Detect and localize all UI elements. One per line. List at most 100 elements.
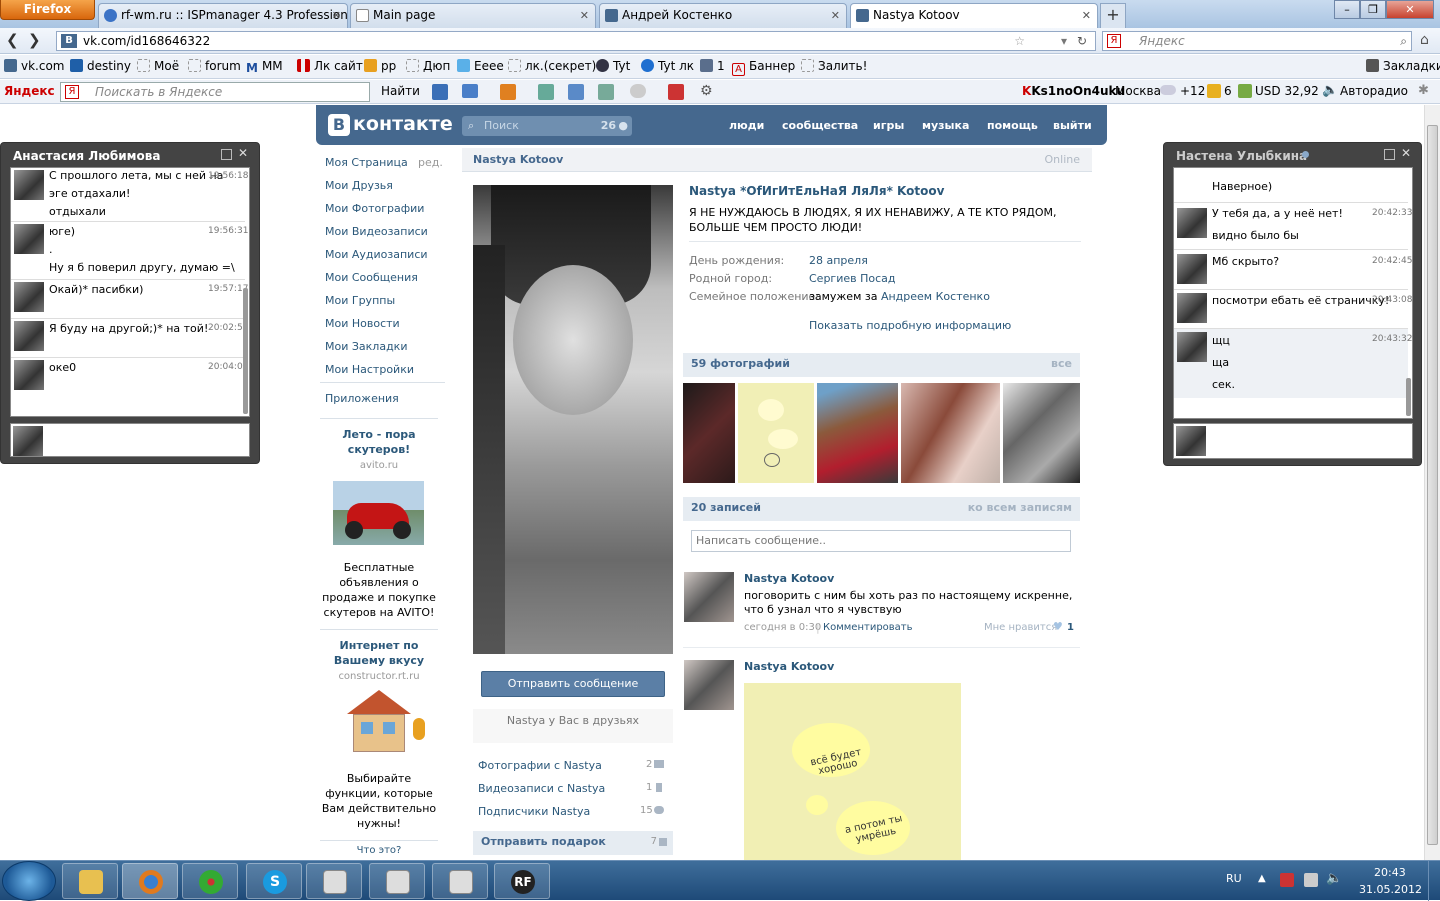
post-author[interactable]: Nastya Kotoov	[744, 572, 834, 585]
post-comment-link[interactable]: Комментировать	[823, 622, 913, 633]
taskbar-icq[interactable]	[182, 863, 238, 899]
chat-window-left[interactable]: Анастасия Любимова ✕ С прошлого лета, мы…	[0, 142, 260, 464]
chat-icon[interactable]	[630, 84, 646, 98]
menu-edit[interactable]: ред.	[418, 156, 443, 169]
page-scrollbar[interactable]	[1424, 105, 1440, 860]
search-input[interactable]: Я Яндекс ⌕	[1102, 31, 1412, 51]
spouse-link[interactable]: Андреем Костенко	[881, 290, 990, 303]
bookmark-tyt-lk[interactable]: Tyt лк	[641, 59, 694, 73]
taskbar-window[interactable]	[369, 863, 425, 899]
photo-thumb[interactable]	[1003, 383, 1080, 483]
bookmark-vk[interactable]: vk.com	[4, 59, 65, 73]
photo-thumb[interactable]	[901, 383, 1000, 483]
chat-scrollbar[interactable]	[1406, 378, 1411, 416]
bookmark-tyt[interactable]: Tyt	[596, 59, 630, 73]
mail-icon[interactable]	[462, 84, 478, 98]
bookmark-star-icon[interactable]: ☆	[1014, 32, 1025, 50]
start-button[interactable]	[2, 861, 56, 901]
tab-main-page[interactable]: Main page ✕	[350, 3, 596, 28]
yandex-search-input[interactable]: Я Поискать в Яндексе	[60, 82, 370, 102]
tray-network-icon[interactable]	[1304, 873, 1318, 887]
chat-input[interactable]	[1173, 423, 1413, 459]
nav-music[interactable]: музыка	[922, 119, 969, 132]
ad-title[interactable]: Интернет по Вашему вкусу	[320, 638, 438, 668]
menu-friends[interactable]: Мои Друзья	[325, 179, 393, 192]
ad-text[interactable]: Бесплатные объявления о продаже и покупк…	[320, 560, 438, 620]
security-icon[interactable]	[668, 84, 684, 100]
firefox-menu-button[interactable]: Firefox	[0, 0, 95, 20]
send-message-button[interactable]: Отправить сообщение	[481, 671, 665, 697]
clock-time[interactable]: 20:43	[1374, 866, 1406, 879]
close-tab-icon[interactable]: ✕	[1082, 4, 1091, 27]
wall-post-input[interactable]: Написать сообщение..	[691, 530, 1071, 552]
post-image[interactable]: всё будет хорошо а потом ты умрёшь	[744, 683, 961, 860]
taskbar-explorer[interactable]	[62, 863, 118, 899]
bookmark-1[interactable]: 1	[700, 59, 725, 73]
search-icon[interactable]: ⌕	[1400, 32, 1407, 50]
post-like-label[interactable]: Мне нравится	[984, 622, 1057, 633]
gear-icon[interactable]: ⚙	[700, 83, 713, 99]
taskbar-rf[interactable]: RF	[494, 863, 550, 899]
tab-ispmanager[interactable]: rf-wm.ru :: ISPmanager 4.3 Professional …	[98, 3, 348, 28]
usd-rate[interactable]: USD 32,92	[1255, 84, 1319, 98]
photos-section-header[interactable]: 59 фотографий все	[683, 353, 1080, 377]
page-scrollbar-thumb[interactable]	[1427, 125, 1438, 845]
birthday-value[interactable]: 28 апреля	[809, 254, 868, 267]
nav-help[interactable]: помощь	[987, 119, 1038, 132]
ads-what-link[interactable]: Что это?	[320, 845, 438, 856]
photo-thumb[interactable]	[683, 383, 735, 483]
heart-icon[interactable]: ♥	[1053, 620, 1063, 633]
url-input[interactable]: B vk.com/id168646322 ☆ ▾ ↻	[56, 31, 1096, 51]
bookmarks-menu[interactable]: Закладки	[1366, 59, 1440, 73]
post-author-avatar[interactable]	[684, 572, 734, 622]
vk-search-input[interactable]: ⌕ Поиск 26 ●	[462, 116, 632, 136]
mail-count[interactable]: 6	[1224, 84, 1232, 98]
tab-andrey[interactable]: Андрей Костенко ✕	[599, 3, 847, 28]
ad-text[interactable]: Выбирайте функции, которые Вам действите…	[320, 771, 438, 831]
bookmark-destiny[interactable]: destiny	[70, 59, 131, 73]
translate-icon[interactable]	[598, 84, 614, 100]
bookmark-pp[interactable]: pp	[364, 59, 396, 73]
yandex-bar-icon[interactable]	[432, 84, 448, 100]
new-tab-button[interactable]: +	[1100, 3, 1126, 28]
menu-audio[interactable]: Мои Аудиозаписи	[325, 248, 428, 261]
bookmark-banner[interactable]: A Баннер	[732, 59, 795, 76]
bookmark-dup[interactable]: Дюп	[406, 59, 450, 73]
profile-avatar-image[interactable]	[473, 185, 673, 654]
tray-volume-icon[interactable]: 🔈	[1326, 871, 1342, 886]
photos-all-link[interactable]: все	[1051, 353, 1072, 375]
clock-date[interactable]: 31.05.2012	[1359, 883, 1422, 896]
post-author[interactable]: Nastya Kotoov	[744, 660, 834, 673]
radio-label[interactable]: Авторадио	[1340, 84, 1408, 98]
minimize-button[interactable]: –	[1334, 0, 1360, 19]
yandex-logo[interactable]: Яндекс	[4, 84, 55, 98]
chat-minimize-icon[interactable]	[1384, 149, 1395, 160]
show-desktop-button[interactable]	[1428, 861, 1440, 901]
followers-link[interactable]: Подписчики Nastya	[478, 805, 590, 818]
tab-nastya[interactable]: Nastya Kotoov ✕	[850, 3, 1098, 28]
menu-bookmarks[interactable]: Мои Закладки	[325, 340, 407, 353]
taskbar-window[interactable]	[306, 863, 362, 899]
close-tab-icon[interactable]: ✕	[332, 4, 341, 27]
chat-input[interactable]	[10, 423, 250, 457]
nav-games[interactable]: игры	[873, 119, 904, 132]
ad-house-image[interactable]	[333, 690, 425, 756]
yandex-find-button[interactable]: Найти	[381, 84, 420, 98]
tray-arrow-icon[interactable]: ▲	[1258, 873, 1266, 884]
wall-all-link[interactable]: ко всем записям	[968, 497, 1072, 519]
photo-thumb[interactable]	[738, 383, 814, 483]
yandex-user[interactable]: KKs1noOn4uku	[1022, 84, 1125, 98]
chat-minimize-icon[interactable]	[221, 149, 232, 160]
menu-photos[interactable]: Мои Фотографии	[325, 202, 424, 215]
print-icon[interactable]	[568, 84, 584, 100]
menu-settings[interactable]: Мои Настройки	[325, 363, 414, 376]
menu-news[interactable]: Мои Новости	[325, 317, 400, 330]
tray-flag-icon[interactable]	[1280, 873, 1294, 887]
home-icon[interactable]: ⌂	[1420, 32, 1429, 48]
taskbar-firefox[interactable]	[122, 863, 178, 899]
temperature[interactable]: +12	[1180, 84, 1205, 98]
settings-icon[interactable]: ✱	[1418, 83, 1429, 98]
bookmark-lk-secret[interactable]: лк.(секрет)	[508, 59, 596, 73]
city-label[interactable]: Москва	[1115, 84, 1161, 98]
menu-my-page[interactable]: Моя Страница	[325, 156, 408, 169]
